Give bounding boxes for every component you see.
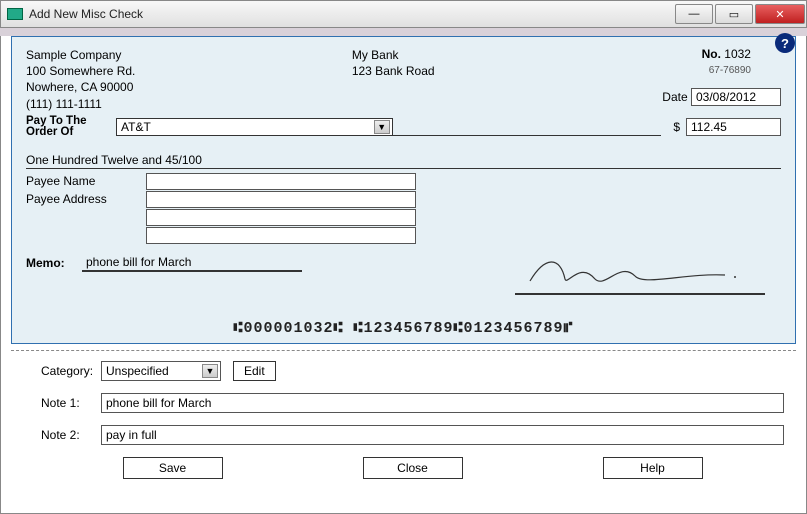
check-number: 1032 bbox=[724, 47, 751, 61]
chevron-down-icon: ▼ bbox=[202, 364, 218, 378]
memo-input[interactable] bbox=[82, 254, 302, 272]
payee-name-label: Payee Name bbox=[26, 174, 146, 188]
help-button[interactable]: Help bbox=[603, 457, 703, 479]
bank-block: My Bank 123 Bank Road bbox=[352, 47, 435, 112]
check-number-label: No. bbox=[702, 47, 721, 61]
signature-icon bbox=[525, 251, 745, 291]
save-button[interactable]: Save bbox=[123, 457, 223, 479]
company-address1: 100 Somewhere Rd. bbox=[26, 63, 135, 79]
company-phone: (111) 111-1111 bbox=[26, 96, 135, 112]
bank-name: My Bank bbox=[352, 47, 435, 63]
payee-address3-input[interactable] bbox=[146, 227, 416, 244]
date-label: Date bbox=[662, 90, 687, 104]
category-dropdown[interactable]: Unspecified ▼ bbox=[101, 361, 221, 381]
payee-address1-input[interactable] bbox=[146, 191, 416, 208]
chevron-down-icon: ▼ bbox=[374, 120, 390, 134]
payee-grid: Payee Name Payee Address bbox=[26, 173, 781, 244]
date-input[interactable] bbox=[691, 88, 781, 106]
maximize-button[interactable]: ▭ bbox=[715, 4, 753, 24]
payto-row: Pay To The Order Of AT&T ▼ $ bbox=[26, 116, 781, 139]
titlebar: Add New Misc Check — ▭ ✕ bbox=[0, 0, 807, 28]
check-area: ? Sample Company 100 Somewhere Rd. Nowhe… bbox=[11, 36, 796, 344]
payee-address2-input[interactable] bbox=[146, 209, 416, 226]
payto-label: Pay To The Order Of bbox=[26, 116, 116, 139]
bank-address: 123 Bank Road bbox=[352, 63, 435, 79]
currency-symbol: $ bbox=[673, 120, 680, 134]
note1-label: Note 1: bbox=[41, 396, 101, 410]
signature-line bbox=[515, 245, 765, 295]
bottom-form: Category: Unspecified ▼ Edit Note 1: Not… bbox=[1, 351, 806, 479]
window-controls: — ▭ ✕ bbox=[675, 4, 805, 24]
company-address2: Nowhere, CA 90000 bbox=[26, 79, 135, 95]
amount-input[interactable] bbox=[686, 118, 781, 136]
note2-label: Note 2: bbox=[41, 428, 101, 442]
minimize-button[interactable]: — bbox=[675, 4, 713, 24]
note2-input[interactable] bbox=[101, 425, 784, 445]
edit-category-button[interactable]: Edit bbox=[233, 361, 276, 381]
payee-selected: AT&T bbox=[121, 120, 151, 134]
note1-input[interactable] bbox=[101, 393, 784, 413]
check-header: Sample Company 100 Somewhere Rd. Nowhere… bbox=[26, 47, 781, 112]
window-title: Add New Misc Check bbox=[29, 7, 143, 21]
note1-row: Note 1: bbox=[41, 393, 784, 413]
category-label: Category: bbox=[41, 364, 101, 378]
date-row: Date bbox=[611, 88, 781, 106]
company-block: Sample Company 100 Somewhere Rd. Nowhere… bbox=[26, 47, 135, 112]
close-button[interactable]: Close bbox=[363, 457, 463, 479]
memo-label: Memo: bbox=[26, 256, 82, 270]
close-window-button[interactable]: ✕ bbox=[755, 4, 805, 24]
button-row: Save Close Help bbox=[41, 457, 784, 479]
category-row: Category: Unspecified ▼ Edit bbox=[41, 361, 784, 381]
payto-underline bbox=[393, 118, 662, 136]
amount-words: One Hundred Twelve and 45/100 bbox=[26, 153, 781, 169]
company-name: Sample Company bbox=[26, 47, 135, 63]
payee-address-label: Payee Address bbox=[26, 192, 146, 206]
check-number-block: No. 1032 67-76890 Date bbox=[611, 47, 781, 112]
note2-row: Note 2: bbox=[41, 425, 784, 445]
app-icon bbox=[7, 8, 23, 20]
amount-box: $ bbox=[673, 118, 781, 136]
payee-dropdown[interactable]: AT&T ▼ bbox=[116, 118, 393, 136]
category-selected: Unspecified bbox=[106, 364, 169, 378]
routing-small: 67-76890 bbox=[611, 65, 751, 76]
window-body: ? Sample Company 100 Somewhere Rd. Nowhe… bbox=[0, 36, 807, 514]
payee-name-input[interactable] bbox=[146, 173, 416, 190]
micr-line: ⑆000001032⑆ ⑆123456789⑆0123456789⑈ bbox=[12, 320, 795, 337]
